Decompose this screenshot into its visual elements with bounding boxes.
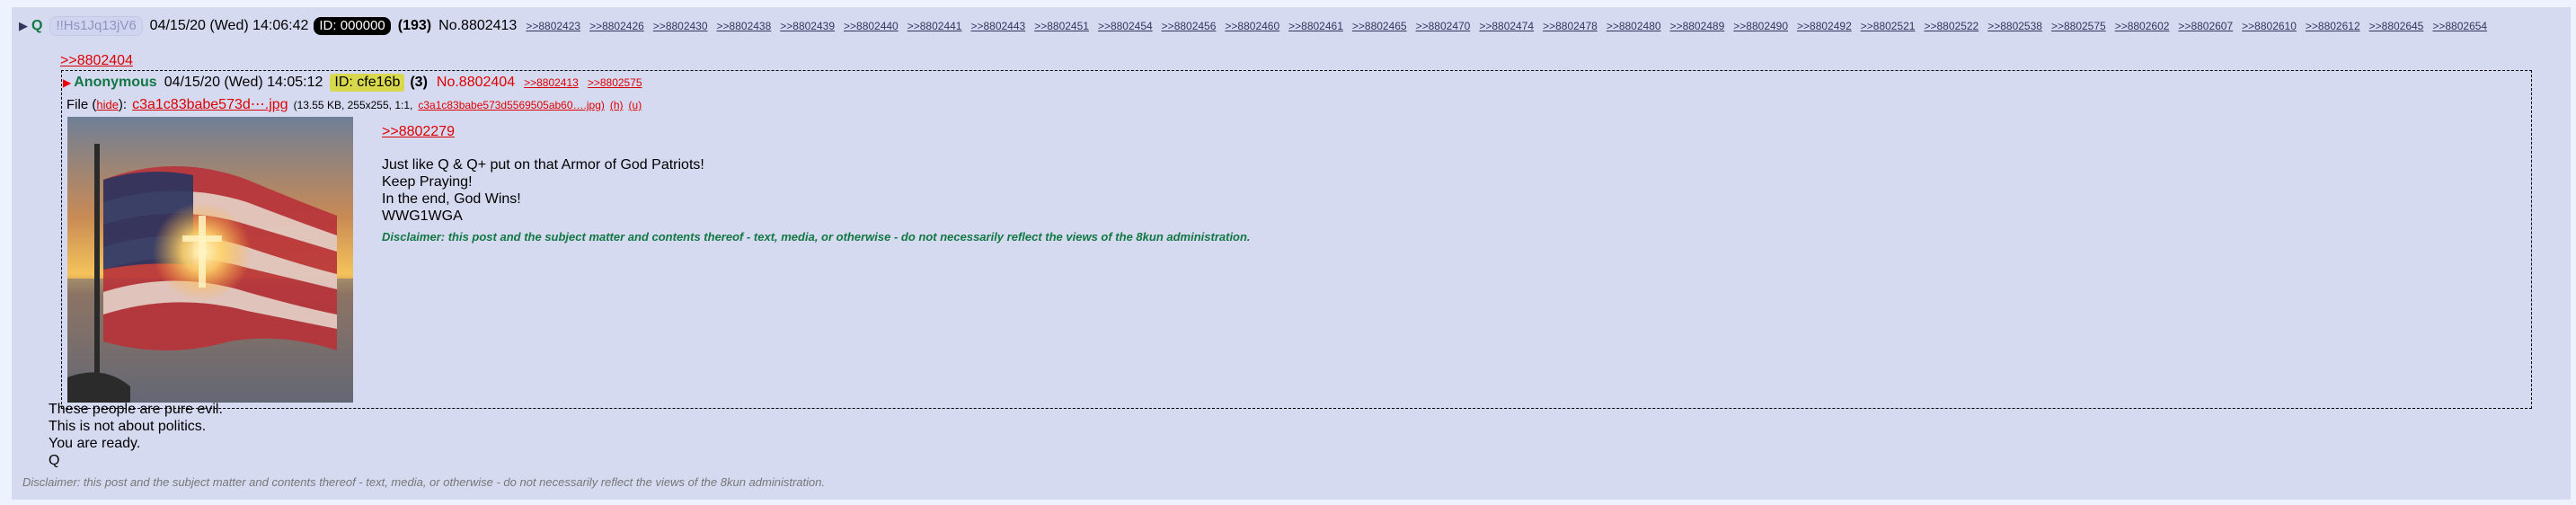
post-body: These people are pure evil. This is not …	[49, 401, 223, 469]
backlink[interactable]: >>8802454	[1098, 20, 1153, 32]
quoted-post-body: >>8802279 Just like Q & Q+ put on that A…	[382, 123, 1251, 245]
backlink[interactable]: >>8802439	[780, 20, 835, 32]
poster-name: Q	[31, 18, 43, 33]
file-u-link[interactable]: (u)	[629, 99, 642, 111]
backlink[interactable]: >>8802456	[1162, 20, 1217, 32]
backlink[interactable]: >>8802645	[2369, 20, 2424, 32]
backlink[interactable]: >>8802602	[2115, 20, 2170, 32]
backlink[interactable]: >>8802489	[1670, 20, 1725, 32]
backlink[interactable]: >>8802470	[1416, 20, 1471, 32]
tripcode: !!Hs1Jq13jV6	[49, 16, 143, 36]
body-line: In the end, God Wins!	[382, 191, 521, 207]
file-name-link[interactable]: c3a1c83babe573d⋯.jpg	[132, 95, 288, 113]
body-line: Just like Q & Q+ put on that Armor of Go…	[382, 157, 704, 173]
quoted-poster-name: Anonymous	[74, 75, 157, 90]
quoted-poster-id[interactable]: ID: cfe16b	[330, 74, 405, 92]
backlink[interactable]: >>8802474	[1479, 20, 1534, 32]
backlink[interactable]: >>8802426	[589, 20, 644, 32]
backlink[interactable]: >>8802492	[1797, 20, 1852, 32]
backlink[interactable]: >>8802451	[1034, 20, 1089, 32]
backlinks: >>8802423 >>8802426 >>8802430 >>8802438 >>88…	[517, 18, 2487, 34]
body-line: WWG1WGA	[382, 208, 463, 224]
backlink[interactable]: >>8802423	[526, 20, 580, 32]
post-header: ▶ Q !!Hs1Jq13jV6 04/15/20 (Wed) 14:06:42…	[19, 15, 2487, 37]
backlink[interactable]: >>8802430	[653, 20, 708, 32]
post-count: (193)	[397, 18, 432, 33]
backlink[interactable]: >>8802438	[717, 20, 772, 32]
post-number[interactable]: No.8802413	[438, 18, 517, 34]
hide-link[interactable]: hide	[96, 98, 119, 111]
flag-sunset-image[interactable]	[67, 117, 353, 403]
quoted-backlink[interactable]: >>8802575	[588, 76, 642, 89]
file-full-name-link[interactable]: c3a1c83babe573d5569505ab60….jpg)	[418, 99, 605, 111]
backlink[interactable]: >>8802441	[907, 20, 962, 32]
quote-link[interactable]: >>8802404	[60, 53, 133, 69]
body-line: You are ready.	[49, 436, 141, 451]
backlink[interactable]: >>8802465	[1352, 20, 1407, 32]
backlink[interactable]: >>8802522	[1924, 20, 1978, 32]
post-date: 04/15/20 (Wed) 14:06:42	[149, 18, 309, 33]
file-meta: (13.55 KB, 255x255, 1:1,	[293, 99, 413, 111]
backlink[interactable]: >>8802440	[844, 20, 899, 32]
collapse-triangle-icon[interactable]: ▶	[19, 19, 28, 33]
quoted-backlinks: >>8802413 >>8802575	[515, 75, 642, 91]
file-label: File (	[66, 97, 97, 112]
quoted-post-date: 04/15/20 (Wed) 14:05:12	[164, 75, 323, 90]
backlink[interactable]: >>8802521	[1861, 20, 1916, 32]
body-line: Q	[49, 453, 60, 468]
backlink[interactable]: >>8802610	[2242, 20, 2297, 32]
quoted-post-header: ▶ Anonymous 04/15/20 (Wed) 14:05:12 ID: …	[63, 74, 642, 92]
backlink[interactable]: >>8802612	[2306, 20, 2360, 32]
backlink[interactable]: >>8802461	[1288, 20, 1343, 32]
post: ▶ Q !!Hs1Jq13jV6 04/15/20 (Wed) 14:06:42…	[12, 7, 2571, 500]
expand-triangle-icon[interactable]: ▶	[63, 76, 71, 89]
quoted-post-number[interactable]: No.8802404	[437, 75, 515, 91]
file-label-end: ):	[118, 97, 128, 112]
body-line: Keep Praying!	[382, 174, 473, 190]
footer-disclaimer: Disclaimer: this post and the subject ma…	[22, 475, 826, 489]
poster-id[interactable]: ID: 000000	[314, 17, 391, 35]
reply-to-link[interactable]: >>8802279	[382, 123, 1251, 140]
quoted-backlink[interactable]: >>8802413	[524, 76, 579, 89]
backlink[interactable]: >>8802575	[2051, 20, 2106, 32]
backlink[interactable]: >>8802490	[1733, 20, 1788, 32]
backlink[interactable]: >>8802460	[1225, 20, 1279, 32]
backlink[interactable]: >>8802443	[970, 20, 1025, 32]
file-info: File ( hide ): c3a1c83babe573d⋯.jpg (13.…	[66, 95, 642, 113]
file-h-link[interactable]: (h)	[610, 99, 624, 111]
backlink[interactable]: >>8802480	[1607, 20, 1661, 32]
quoted-post-count: (3)	[410, 75, 428, 90]
body-line: This is not about politics.	[49, 419, 207, 434]
backlink[interactable]: >>8802478	[1543, 20, 1598, 32]
backlink[interactable]: >>8802654	[2432, 20, 2487, 32]
quoted-post: ▶ Anonymous 04/15/20 (Wed) 14:05:12 ID: …	[61, 70, 2532, 409]
quoted-disclaimer: Disclaimer: this post and the subject ma…	[382, 230, 1251, 244]
backlink[interactable]: >>8802538	[1987, 20, 2042, 32]
body-line: These people are pure evil.	[49, 402, 223, 417]
backlink[interactable]: >>8802607	[2178, 20, 2233, 32]
